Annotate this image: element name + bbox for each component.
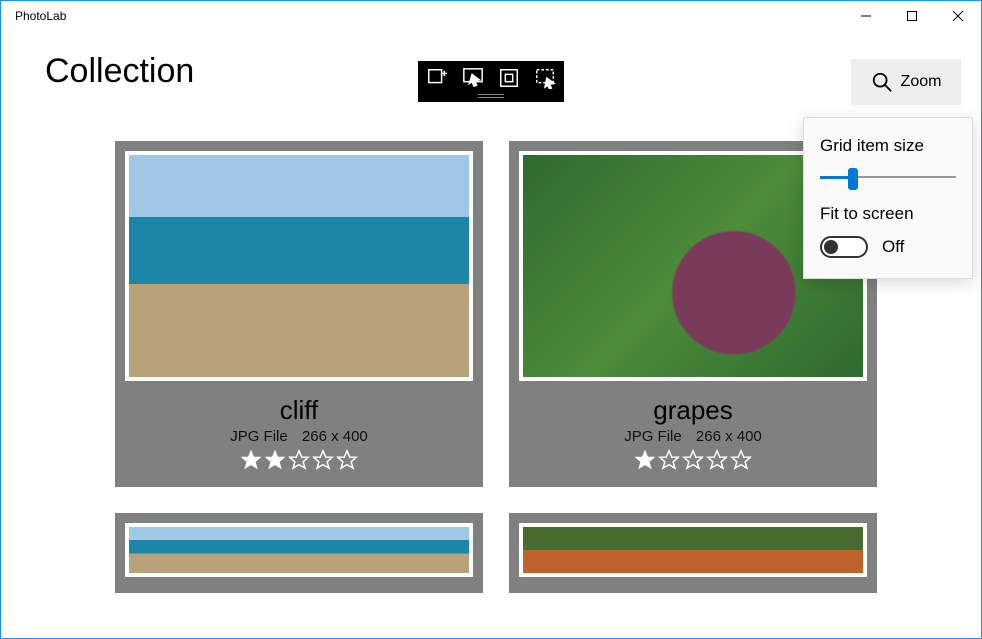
title-bar: PhotoLab bbox=[1, 1, 981, 31]
close-button[interactable] bbox=[935, 1, 981, 31]
zoom-label: Zoom bbox=[901, 73, 942, 91]
star-full-icon[interactable] bbox=[240, 449, 262, 471]
star-empty-icon[interactable] bbox=[730, 449, 752, 471]
square-icon[interactable] bbox=[498, 67, 520, 89]
dimensions: 266 x 400 bbox=[302, 428, 368, 445]
search-icon bbox=[871, 71, 893, 93]
window-controls bbox=[843, 1, 981, 31]
thumbnail-frame bbox=[125, 151, 473, 381]
thumbnail-image bbox=[129, 155, 469, 377]
star-full-icon[interactable] bbox=[264, 449, 286, 471]
toggle-knob bbox=[824, 240, 838, 254]
cursor-select-icon[interactable] bbox=[462, 67, 484, 89]
file-type: JPG File bbox=[230, 428, 288, 445]
photo-name: grapes bbox=[653, 395, 733, 426]
photo-meta: JPG File 266 x 400 bbox=[624, 428, 762, 445]
toolbar-grip-icon[interactable] bbox=[478, 94, 504, 98]
zoom-popup: Grid item size Fit to screen Off bbox=[803, 117, 973, 279]
grid-size-label: Grid item size bbox=[820, 136, 956, 156]
inking-toolbar[interactable] bbox=[418, 61, 564, 102]
photo-card[interactable] bbox=[115, 513, 483, 593]
grid-size-slider[interactable] bbox=[820, 168, 956, 186]
photo-card[interactable]: cliff JPG File 266 x 400 bbox=[115, 141, 483, 487]
star-empty-icon[interactable] bbox=[706, 449, 728, 471]
slider-thumb[interactable] bbox=[848, 168, 858, 190]
window-title: PhotoLab bbox=[15, 9, 66, 23]
rating-stars[interactable] bbox=[634, 449, 752, 471]
fit-to-screen-toggle[interactable] bbox=[820, 236, 868, 258]
thumbnail-image bbox=[129, 527, 469, 573]
fit-to-screen-state: Off bbox=[882, 237, 904, 257]
minimize-button[interactable] bbox=[843, 1, 889, 31]
photo-name: cliff bbox=[280, 395, 319, 426]
photo-meta: JPG File 266 x 400 bbox=[230, 428, 368, 445]
file-type: JPG File bbox=[624, 428, 682, 445]
photo-card[interactable] bbox=[509, 513, 877, 593]
zoom-button[interactable]: Zoom bbox=[851, 59, 961, 105]
thumbnail-frame bbox=[519, 523, 867, 577]
select-region-icon[interactable] bbox=[534, 67, 556, 89]
rating-stars[interactable] bbox=[240, 449, 358, 471]
thumbnail-image bbox=[523, 527, 863, 573]
page-title: Collection bbox=[45, 52, 194, 91]
thumbnail-frame bbox=[125, 523, 473, 577]
star-full-icon[interactable] bbox=[634, 449, 656, 471]
star-empty-icon[interactable] bbox=[682, 449, 704, 471]
add-control-icon[interactable] bbox=[426, 67, 448, 89]
fit-to-screen-label: Fit to screen bbox=[820, 204, 956, 224]
star-empty-icon[interactable] bbox=[336, 449, 358, 471]
dimensions: 266 x 400 bbox=[696, 428, 762, 445]
star-empty-icon[interactable] bbox=[658, 449, 680, 471]
maximize-button[interactable] bbox=[889, 1, 935, 31]
star-empty-icon[interactable] bbox=[312, 449, 334, 471]
star-empty-icon[interactable] bbox=[288, 449, 310, 471]
